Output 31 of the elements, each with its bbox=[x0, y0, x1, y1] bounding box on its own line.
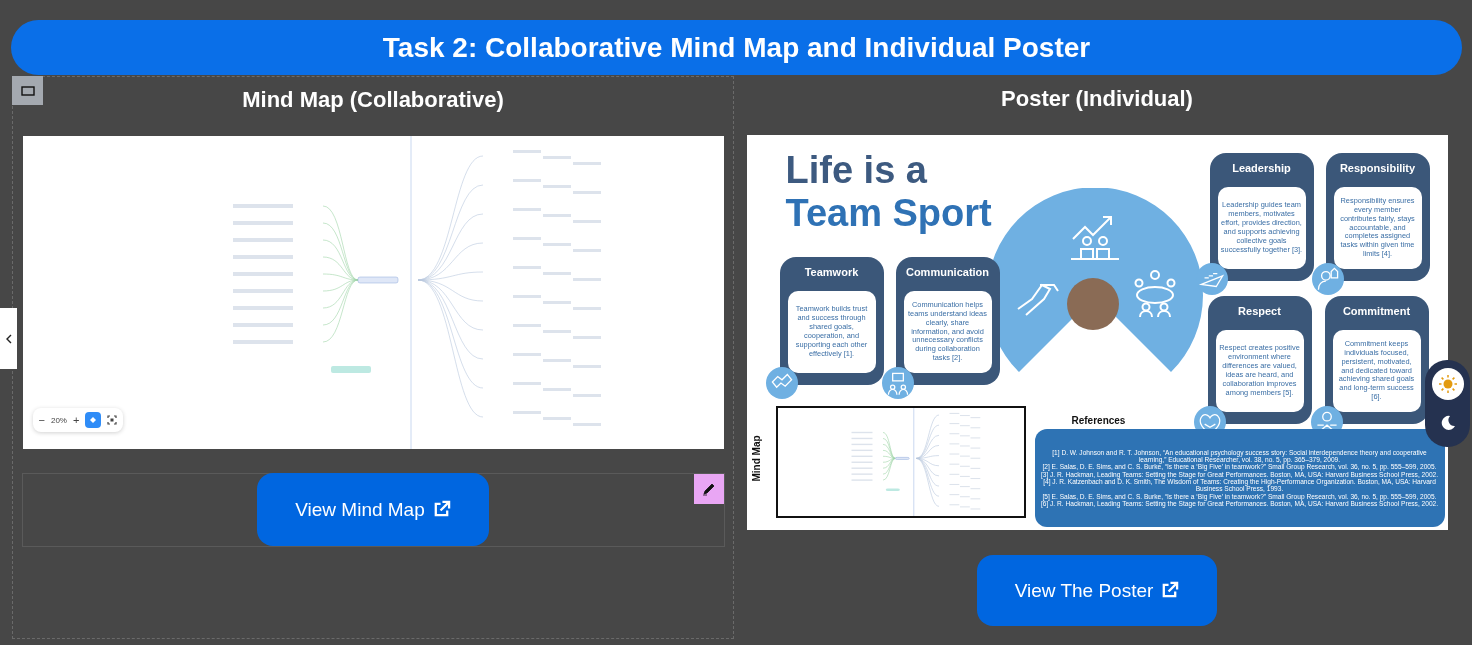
poster-title: Team Sport bbox=[785, 192, 992, 235]
panel-heading: Poster (Individual) bbox=[1001, 85, 1193, 113]
zoom-out-button[interactable]: − bbox=[38, 414, 45, 426]
diamond-icon bbox=[90, 417, 97, 423]
poster-title: Life is a bbox=[785, 149, 928, 192]
card-title: Commitment bbox=[1341, 305, 1412, 317]
sun-icon bbox=[1438, 374, 1457, 393]
view-poster-button[interactable]: View The Poster bbox=[976, 555, 1218, 626]
edit-button[interactable] bbox=[693, 474, 724, 504]
rectangle-icon bbox=[20, 85, 35, 96]
card-title: Leadership bbox=[1231, 162, 1292, 174]
inset-label: Mind Map bbox=[750, 435, 762, 482]
locate-button[interactable] bbox=[85, 412, 102, 428]
chevron-left-icon bbox=[5, 333, 12, 344]
moon-icon bbox=[1439, 415, 1456, 432]
page-title-banner: Task 2: Collaborative Mind Map and Individual Poster bbox=[11, 20, 1462, 75]
theme-option[interactable] bbox=[1431, 367, 1464, 400]
references-heading: References bbox=[1071, 415, 1126, 426]
zoom-in-button[interactable]: + bbox=[72, 414, 80, 426]
card-title: Responsibility bbox=[1338, 162, 1417, 174]
card-title: Teamwork bbox=[803, 266, 860, 278]
external-link-icon bbox=[1160, 581, 1180, 600]
fit-screen-icon[interactable] bbox=[107, 415, 118, 425]
card-title: Respect bbox=[1237, 305, 1282, 317]
card-title: Communication bbox=[904, 266, 991, 278]
panel-toggle-button[interactable] bbox=[12, 76, 43, 105]
panel-heading: Mind Map (Collaborative) bbox=[242, 86, 504, 114]
sidebar-toggle-button[interactable] bbox=[0, 308, 17, 369]
zoom-level: 20% bbox=[50, 415, 67, 425]
view-mind-map-button[interactable]: View Mind Map bbox=[257, 473, 489, 546]
pencil-icon bbox=[701, 482, 716, 496]
